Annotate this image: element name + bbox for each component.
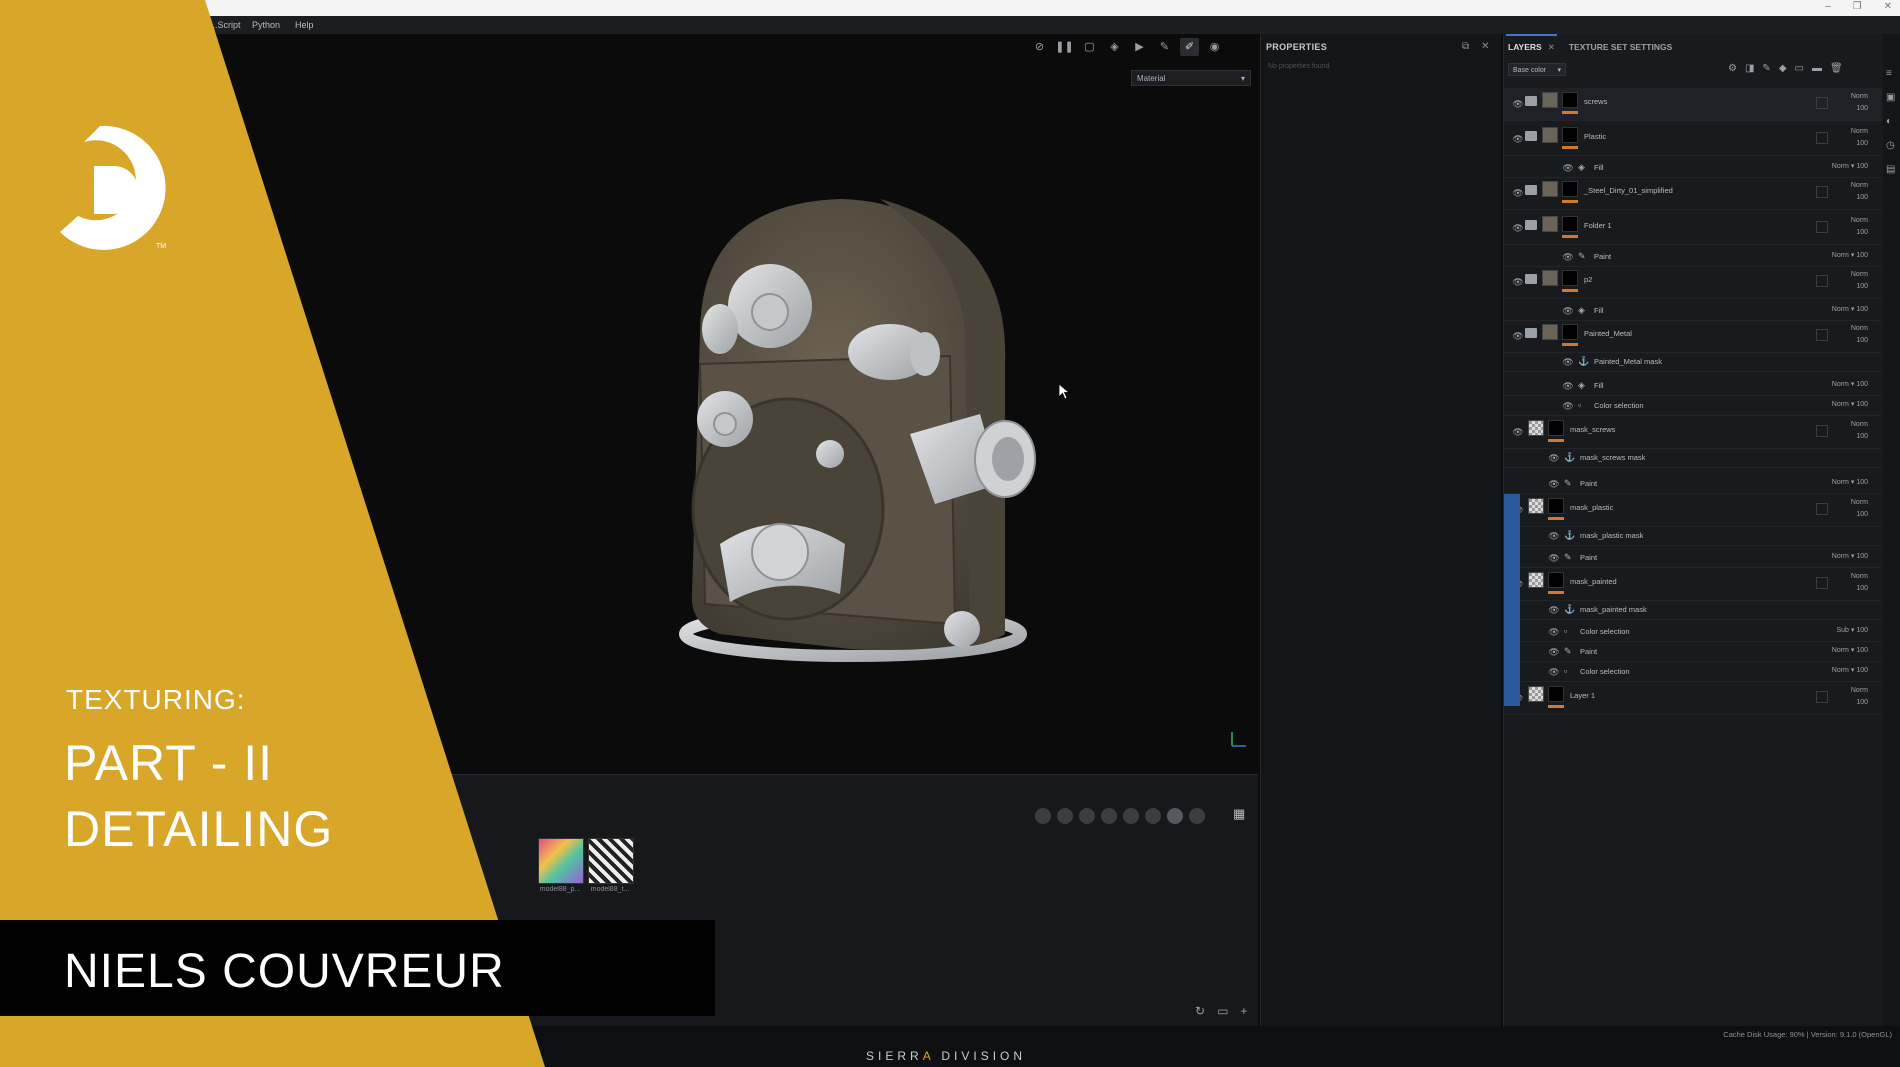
video-subtitle: TEXTURING: — [66, 684, 246, 715]
brand-logo-icon: TM — [60, 125, 166, 250]
yellow-banner — [0, 0, 545, 1067]
video-title-line2: DETAILING — [64, 801, 334, 857]
svg-text:TM: TM — [156, 243, 166, 250]
author-name: NIELS COUVREUR — [64, 945, 505, 998]
video-title-line1: PART - II — [64, 735, 274, 791]
